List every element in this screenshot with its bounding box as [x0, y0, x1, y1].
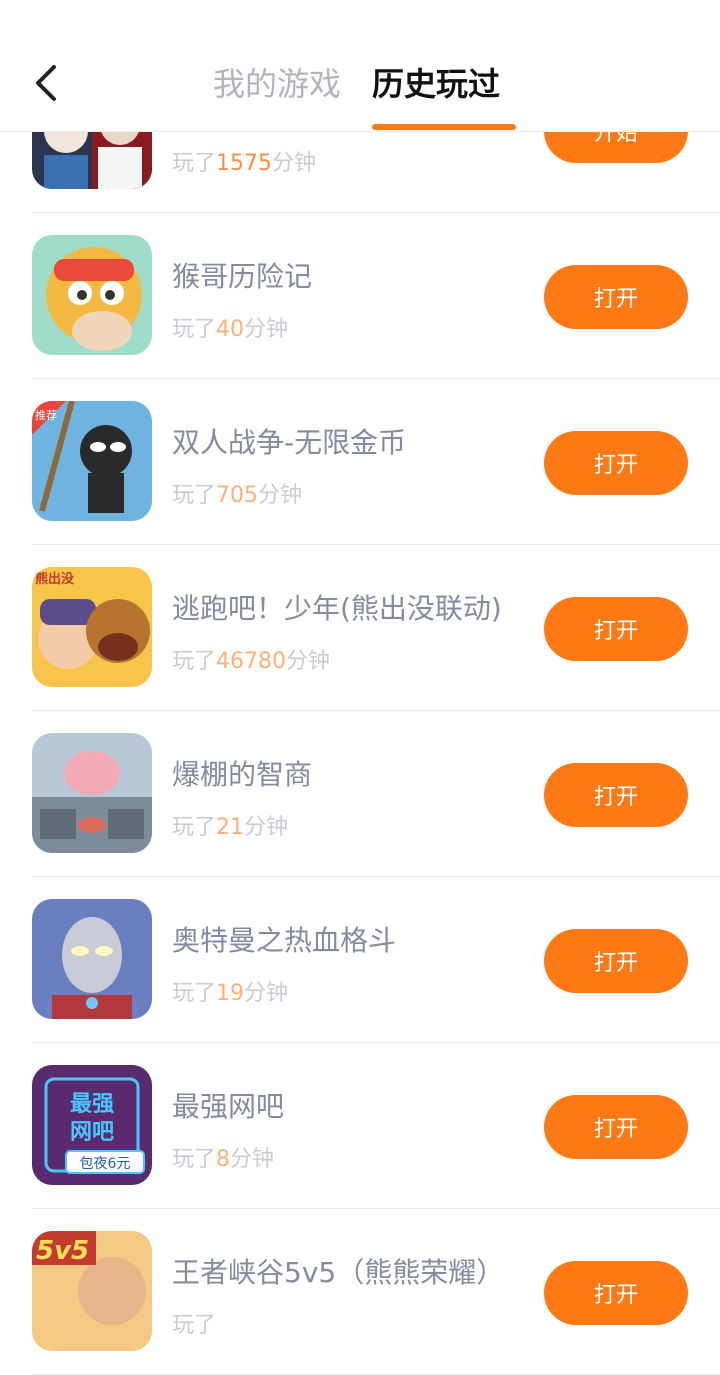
play-time: 玩了8分钟	[172, 1147, 275, 1172]
game-icon: 推荐	[32, 401, 152, 521]
game-title: 爆棚的智商	[172, 758, 313, 791]
game-title: 猴哥历险记	[172, 260, 313, 293]
game-row[interactable]: 推荐 双人战争-无限金币 玩了705分钟 打开	[32, 379, 720, 545]
game-icon	[32, 235, 152, 355]
play-time: 玩了1575分钟	[172, 151, 317, 176]
game-title: 奥特曼之热血格斗	[172, 924, 397, 957]
game-list: 玩了1575分钟 开始 猴哥历险记 玩了40分钟 打开 推荐 双人战争-无限金币…	[0, 47, 720, 1375]
game-title: 逃跑吧！少年(熊出没联动)	[172, 592, 502, 625]
game-title: 最强网吧	[172, 1090, 285, 1123]
play-time: 玩了46780分钟	[172, 649, 331, 674]
play-time: 玩了19分钟	[172, 981, 289, 1006]
recommend-badge: 推荐	[35, 408, 57, 422]
game-row[interactable]: 猴哥历险记 玩了40分钟 打开	[32, 213, 720, 379]
chevron-left-icon	[36, 65, 56, 101]
icon-label-top: 最强	[70, 1092, 114, 1117]
play-minutes: 46780	[216, 649, 287, 674]
play-time: 玩了40分钟	[172, 317, 289, 342]
game-row[interactable]: 奥特曼之热血格斗 玩了19分钟 打开	[32, 877, 720, 1043]
open-button[interactable]: 打开	[544, 763, 688, 827]
open-button[interactable]: 打开	[544, 431, 688, 495]
game-title: 王者峡谷5v5（熊熊荣耀）	[172, 1256, 505, 1289]
game-icon: 熊出没	[32, 567, 152, 687]
icon-label-mid: 网吧	[70, 1120, 114, 1145]
tab-my-games[interactable]: 我的游戏	[213, 62, 341, 106]
game-row[interactable]: 最强 网吧 包夜6元 最强网吧 玩了8分钟 打开	[32, 1043, 720, 1209]
game-icon	[32, 733, 152, 853]
game-title: 双人战争-无限金币	[172, 426, 407, 459]
play-minutes: 21	[216, 815, 245, 840]
play-minutes: 705	[216, 483, 259, 508]
game-icon: 最强 网吧 包夜6元	[32, 1065, 152, 1185]
open-button[interactable]: 打开	[544, 597, 688, 661]
open-button[interactable]: 打开	[544, 1261, 688, 1325]
play-minutes: 19	[216, 981, 245, 1006]
play-minutes: 40	[216, 317, 245, 342]
game-row[interactable]: 爆棚的智商 玩了21分钟 打开	[32, 711, 720, 877]
game-icon: 5v5	[32, 1231, 152, 1351]
brand-badge: 熊出没	[35, 571, 75, 587]
open-button[interactable]: 打开	[544, 265, 688, 329]
icon-label-bottom: 包夜6元	[80, 1156, 131, 1172]
open-button[interactable]: 打开	[544, 1095, 688, 1159]
open-button[interactable]: 打开	[544, 929, 688, 993]
top-bar: 我的游戏 历史玩过	[0, 0, 720, 132]
mode-badge: 5v5	[36, 1236, 89, 1266]
play-minutes: 1575	[216, 151, 273, 176]
tab-history[interactable]: 历史玩过	[372, 62, 500, 106]
play-time: 玩了21分钟	[172, 815, 289, 840]
game-row[interactable]: 5v5 王者峡谷5v5（熊熊荣耀） 玩了 打开	[32, 1209, 720, 1375]
back-button[interactable]	[22, 58, 72, 108]
play-time: 玩了705分钟	[172, 483, 303, 508]
play-minutes: 8	[216, 1147, 231, 1172]
active-tab-indicator	[372, 124, 516, 130]
game-row[interactable]: 熊出没 逃跑吧！少年(熊出没联动) 玩了46780分钟 打开	[32, 545, 720, 711]
game-icon	[32, 899, 152, 1019]
play-time: 玩了	[172, 1313, 217, 1338]
